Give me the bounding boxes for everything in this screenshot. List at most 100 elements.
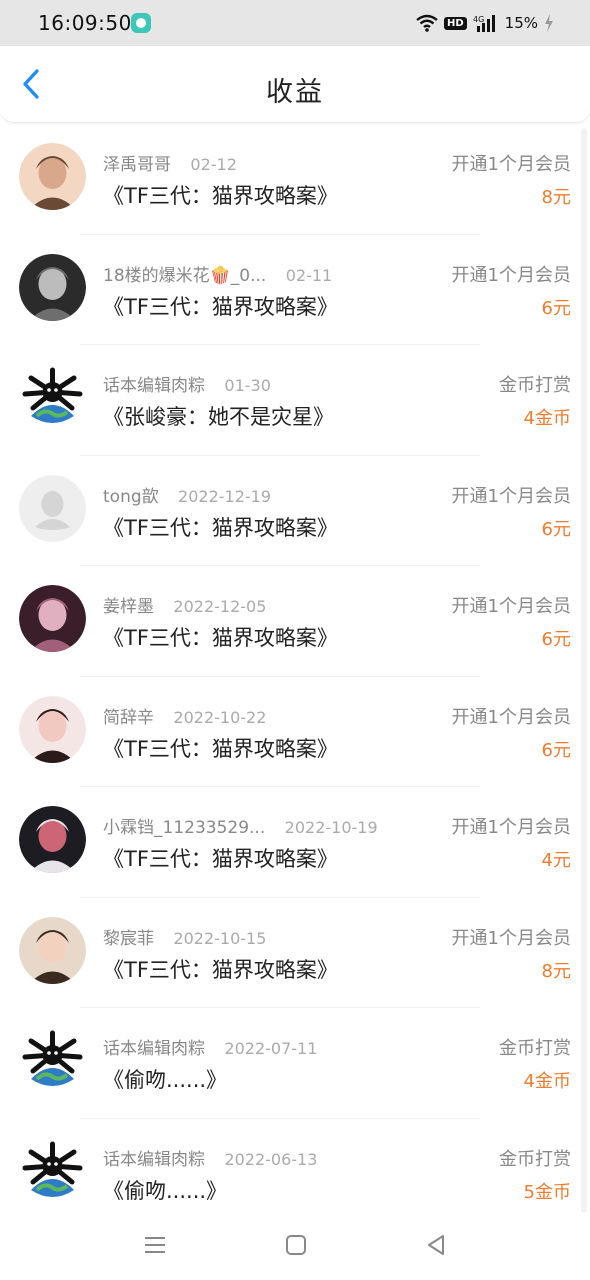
earning-row[interactable]: tong歆 2022-12-19 《TF三代：猫界攻略案》 开通1个月会员 6元 (0, 456, 590, 566)
user-name: 18楼的爆米花🍿_0... (103, 265, 267, 286)
earning-amount: 8元 (541, 187, 571, 208)
earning-type: 开通1个月会员 (451, 817, 571, 838)
earning-amount: 6元 (541, 629, 571, 650)
work-title: 《TF三代：猫界攻略案》 (103, 184, 338, 208)
user-avatar[interactable] (19, 806, 86, 873)
default-avatar-icon (19, 474, 86, 542)
earning-amount: 5金币 (523, 1181, 571, 1203)
user-name: 泽禹哥哥 (103, 155, 171, 175)
svg-text:4G: 4G (473, 15, 484, 24)
earning-row[interactable]: 话本编辑肉粽 01-30 《张峻豪：她不是灾星》 金币打赏 4金币 (0, 345, 590, 456)
mascot-avatar-icon (19, 1137, 86, 1205)
user-avatar[interactable] (19, 143, 86, 210)
signal-icon: 4G (473, 14, 499, 32)
earning-date: 2022-10-19 (284, 818, 378, 837)
user-name: 简辞辛 (103, 707, 154, 728)
user-photo-avatar (19, 695, 86, 763)
earning-type: 金币打赏 (499, 375, 571, 396)
user-avatar[interactable] (19, 916, 86, 984)
user-photo-avatar (19, 143, 86, 210)
earning-date: 2022-12-05 (173, 597, 267, 616)
earning-amount: 4元 (541, 850, 571, 871)
earning-date: 02-11 (285, 265, 333, 285)
earning-type: 开通1个月会员 (451, 485, 571, 507)
user-photo-avatar (19, 916, 86, 984)
earning-row[interactable]: 黎宸菲 2022-10-15 《TF三代：猫界攻略案》 开通1个月会员 8元 (0, 898, 590, 1008)
earning-type: 开通1个月会员 (451, 154, 571, 175)
earning-type: 开通1个月会员 (451, 596, 571, 617)
hd-badge: HD (443, 16, 467, 30)
status-bar: 16:09:50 HD 4G 15% (0, 0, 590, 46)
system-nav-bar (0, 1214, 590, 1280)
user-photo-avatar (19, 806, 86, 873)
work-title: 《TF三代：猫界攻略案》 (103, 294, 338, 319)
work-title: 《TF三代：猫界攻略案》 (103, 515, 338, 540)
user-avatar[interactable] (19, 1027, 86, 1094)
earning-amount: 4金币 (523, 408, 571, 429)
scrollbar[interactable] (581, 128, 587, 1213)
earnings-list: 泽禹哥哥 02-12 《TF三代：猫界攻略案》 开通1个月会员 8元 18楼的爆… (0, 124, 590, 1214)
user-name: 话本编辑肉粽 (103, 1039, 205, 1059)
earning-row[interactable]: 18楼的爆米花🍿_0... 02-11 《TF三代：猫界攻略案》 开通1个月会员… (0, 235, 590, 345)
user-avatar[interactable] (19, 695, 86, 763)
user-avatar[interactable] (19, 253, 86, 321)
status-indicators: HD 4G 15% (416, 12, 554, 34)
earning-date: 2022-07-11 (224, 1039, 318, 1058)
work-title: 《TF三代：猫界攻略案》 (103, 847, 338, 871)
earning-date: 02-12 (190, 155, 237, 174)
user-name: 话本编辑肉粽 (103, 1149, 205, 1170)
user-avatar[interactable] (19, 474, 86, 542)
triangle-back-icon[interactable] (421, 1230, 451, 1260)
name-line: 话本编辑肉粽 01-30 (103, 371, 271, 396)
name-line: tong歆 2022-12-19 (103, 482, 271, 507)
wifi-icon (416, 14, 438, 32)
earning-date: 2022-10-15 (173, 928, 267, 948)
user-name: 话本编辑肉粽 (103, 376, 205, 396)
user-avatar[interactable] (19, 1137, 86, 1205)
user-name: 黎宸菲 (103, 928, 154, 949)
user-name: tong歆 (103, 486, 159, 507)
charging-bolt-icon (544, 14, 554, 32)
name-line: 黎宸菲 2022-10-15 (103, 924, 266, 949)
user-photo-avatar (19, 585, 86, 652)
earning-amount: 6元 (541, 297, 571, 319)
earning-type: 开通1个月会员 (451, 706, 571, 728)
menu-icon[interactable] (140, 1230, 170, 1260)
rows-container: 泽禹哥哥 02-12 《TF三代：猫界攻略案》 开通1个月会员 8元 18楼的爆… (0, 124, 590, 1214)
earning-type: 金币打赏 (499, 1148, 571, 1170)
name-line: 姜梓墨 2022-12-05 (103, 592, 266, 617)
earning-row[interactable]: 姜梓墨 2022-12-05 《TF三代：猫界攻略案》 开通1个月会员 6元 (0, 566, 590, 677)
work-title: 《张峻豪：她不是灾星》 (103, 405, 334, 429)
mascot-avatar-icon (19, 364, 86, 431)
name-line: 话本编辑肉粽 2022-06-13 (103, 1145, 317, 1170)
earning-row[interactable]: 话本编辑肉粽 2022-07-11 《偷吻......》 金币打赏 4金币 (0, 1008, 590, 1119)
header: 收益 (0, 46, 590, 123)
user-photo-avatar (19, 253, 86, 321)
earning-type: 金币打赏 (499, 1038, 571, 1059)
earning-date: 01-30 (224, 376, 271, 395)
earning-row[interactable]: 小霖铛_11233529... 2022-10-19 《TF三代：猫界攻略案》 … (0, 787, 590, 898)
page-title: 收益 (266, 77, 324, 108)
user-name: 姜梓墨 (103, 597, 154, 617)
name-line: 简辞辛 2022-10-22 (103, 703, 266, 728)
mascot-avatar-icon (19, 1027, 86, 1094)
name-line: 话本编辑肉粽 2022-07-11 (103, 1034, 317, 1059)
earning-row[interactable]: 泽禹哥哥 02-12 《TF三代：猫界攻略案》 开通1个月会员 8元 (0, 124, 590, 235)
work-title: 《偷吻......》 (103, 1068, 228, 1092)
work-title: 《TF三代：猫界攻略案》 (103, 957, 338, 982)
earning-amount: 6元 (541, 739, 571, 761)
earning-row[interactable]: 简辞辛 2022-10-22 《TF三代：猫界攻略案》 开通1个月会员 6元 (0, 677, 590, 787)
status-time: 16:09:50 (38, 11, 132, 35)
earning-date: 2022-06-13 (224, 1149, 318, 1169)
battery-percent: 15% (504, 14, 538, 32)
earning-type: 开通1个月会员 (451, 264, 571, 286)
earning-date: 2022-12-19 (178, 486, 272, 506)
work-title: 《偷吻......》 (103, 1178, 228, 1203)
work-title: 《TF三代：猫界攻略案》 (103, 736, 338, 761)
name-line: 18楼的爆米花🍿_0... 02-11 (103, 261, 332, 286)
user-avatar[interactable] (19, 585, 86, 652)
user-avatar[interactable] (19, 364, 86, 431)
earning-amount: 6元 (541, 518, 571, 540)
earning-row[interactable]: 话本编辑肉粽 2022-06-13 《偷吻......》 金币打赏 5金币 (0, 1119, 590, 1215)
square-home-icon[interactable] (281, 1230, 311, 1260)
